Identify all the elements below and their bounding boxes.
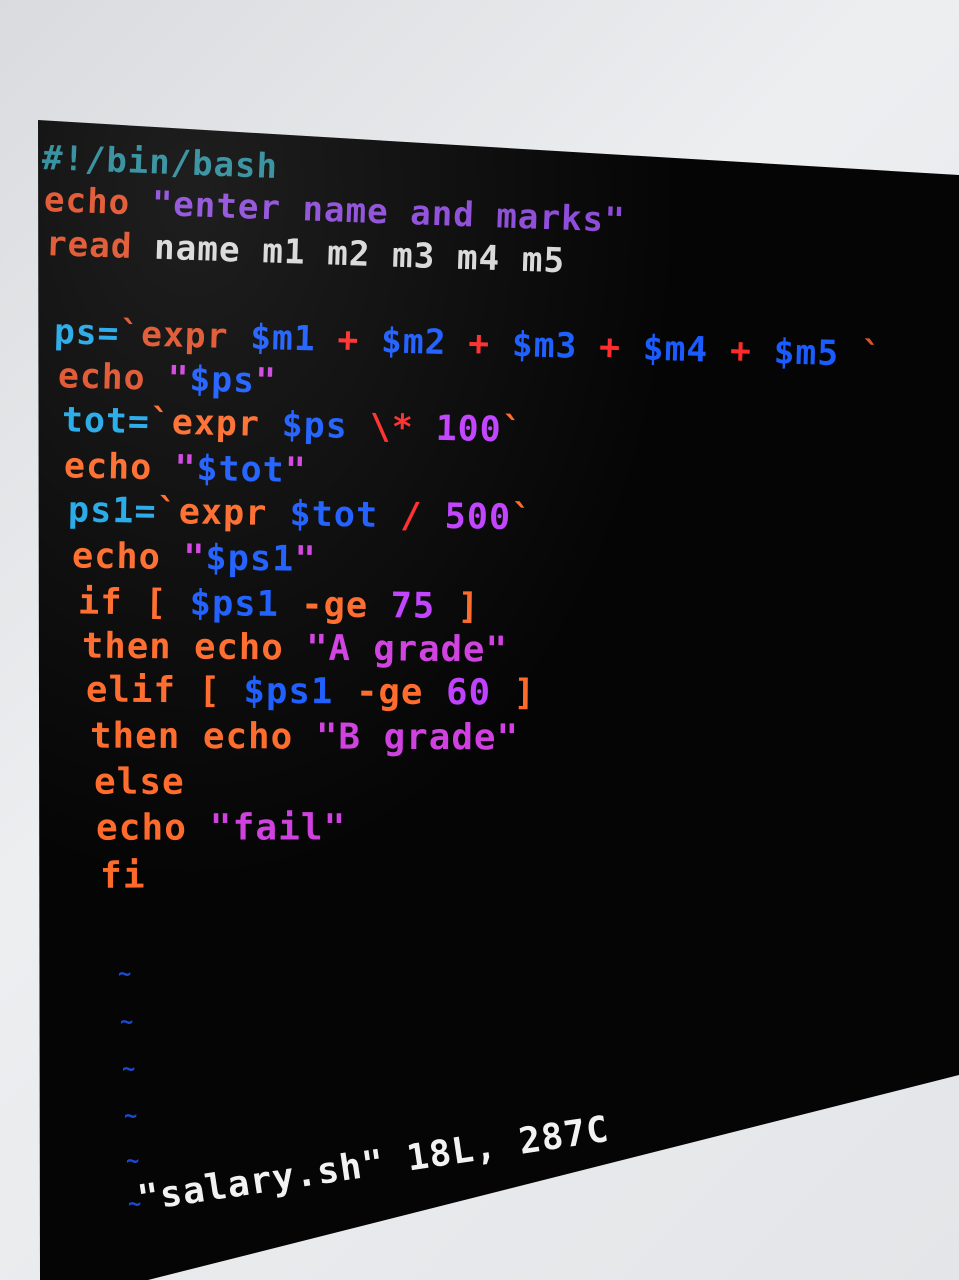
code-token: ps= xyxy=(53,311,120,355)
code-token: " xyxy=(254,360,278,402)
code-token: ` xyxy=(838,333,884,376)
code-token: echo xyxy=(95,806,210,850)
code-line: echo "$tot" xyxy=(64,445,308,491)
code-token: `expr xyxy=(118,313,251,358)
code-token: $m1 xyxy=(249,317,317,360)
code-token: "fail" xyxy=(209,806,347,850)
code-token: ` xyxy=(510,497,534,539)
code-token: tot= xyxy=(61,399,151,443)
code-token: elif [ xyxy=(85,669,244,713)
code-token: if [ xyxy=(77,581,190,625)
code-token: fi xyxy=(99,854,146,898)
code-line: then echo "A grade" xyxy=(82,625,508,671)
code-line: ps1=`expr $tot / 500` xyxy=(68,489,534,538)
code-token: ] xyxy=(435,585,481,628)
code-token: echo xyxy=(71,535,184,579)
code-token: $ps xyxy=(281,404,349,447)
code-token: `expr xyxy=(156,490,290,535)
code-token: 500 xyxy=(444,495,512,539)
code-token: 75 xyxy=(390,585,436,628)
code-token: then echo xyxy=(81,625,307,670)
code-line: if [ $ps1 -ge 75 ] xyxy=(78,581,480,628)
vim-empty-line-marker: ~ xyxy=(126,1149,141,1174)
code-token: then echo xyxy=(89,714,316,759)
code-token: echo xyxy=(57,355,168,400)
code-token: \* xyxy=(347,406,437,449)
code-line: elif [ $ps1 -ge 60 ] xyxy=(86,669,536,714)
code-token: $ps1 xyxy=(189,582,280,626)
code-token: $tot xyxy=(289,493,379,537)
code-line: echo "fail" xyxy=(96,807,346,850)
code-token: / xyxy=(377,494,446,538)
code-token: -ge xyxy=(278,583,391,627)
code-token: " xyxy=(182,536,206,579)
code-token: ` xyxy=(501,409,525,451)
code-line: else xyxy=(94,761,185,803)
vim-empty-line-marker: ~ xyxy=(120,1010,135,1035)
code-token: + xyxy=(315,318,382,362)
code-token: echo xyxy=(63,445,175,489)
vim-empty-line-marker: ~ xyxy=(118,962,133,987)
code-token: + xyxy=(445,322,513,366)
code-token: " xyxy=(294,538,318,581)
code-token: $ps1 xyxy=(205,537,295,581)
code-token: $m4 xyxy=(642,328,709,371)
code-line: echo "$ps1" xyxy=(72,535,317,580)
code-token: $tot xyxy=(196,448,286,491)
code-token: 60 xyxy=(445,671,492,714)
code-token: echo xyxy=(43,179,153,224)
code-token: ] xyxy=(490,671,537,715)
code-token: "B grade" xyxy=(315,715,520,759)
code-token: -ge xyxy=(333,670,447,714)
code-token: " xyxy=(166,358,190,400)
code-token: "A grade" xyxy=(305,627,509,671)
code-token: read xyxy=(45,223,155,268)
code-token: + xyxy=(707,329,775,373)
code-line: fi xyxy=(100,855,146,898)
code-line: then echo "B grade" xyxy=(90,715,519,759)
code-token: $m5 xyxy=(773,331,840,375)
code-token: `expr xyxy=(149,401,283,446)
code-token: + xyxy=(576,326,644,369)
code-token: $ps1 xyxy=(243,670,334,713)
code-line: echo "$ps" xyxy=(57,356,277,402)
vim-empty-line-marker: ~ xyxy=(124,1104,139,1129)
vim-empty-line-marker: ~ xyxy=(122,1057,137,1082)
code-token: $m3 xyxy=(511,324,578,367)
code-token: $m2 xyxy=(380,320,448,364)
code-token: ps1= xyxy=(67,489,157,533)
code-token: else xyxy=(93,760,185,804)
code-token: 100 xyxy=(435,408,503,451)
code-token: $ps xyxy=(188,358,256,402)
code-token: " xyxy=(284,449,308,492)
code-token: " xyxy=(173,447,197,490)
